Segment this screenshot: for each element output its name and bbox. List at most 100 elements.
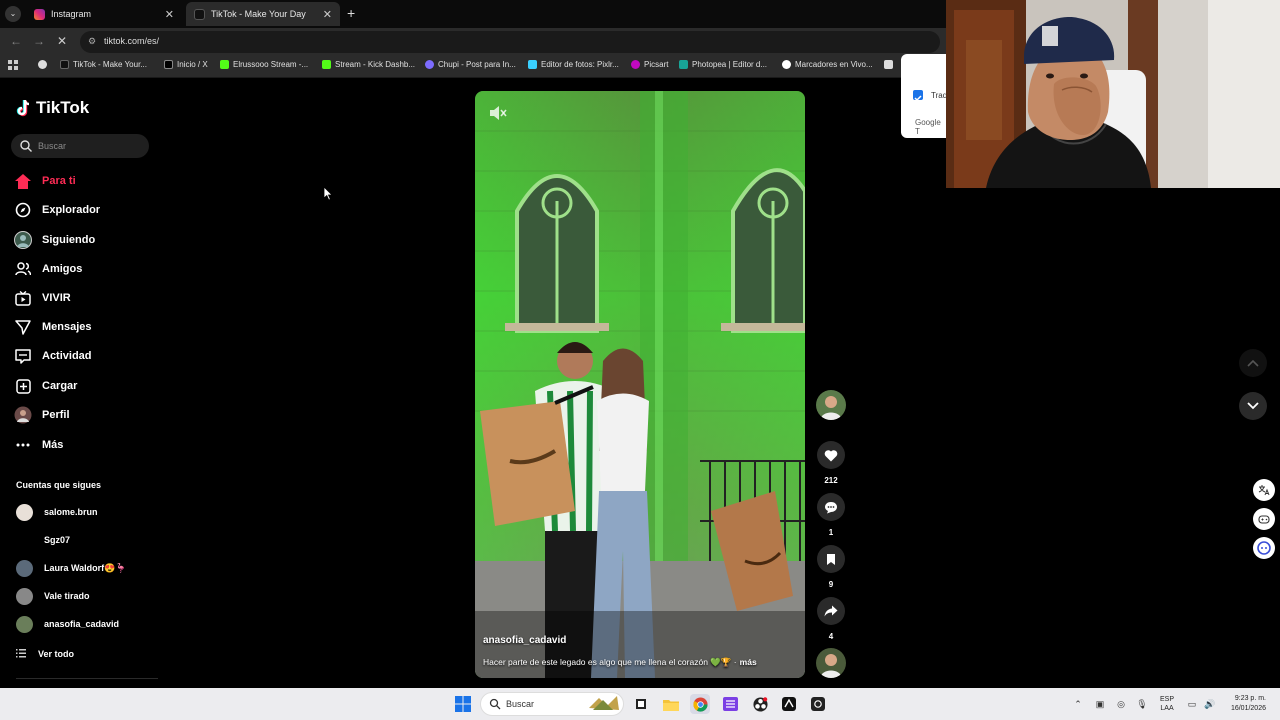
obs-icon[interactable] — [750, 694, 770, 714]
url-text: tiktok.com/es/ — [104, 36, 160, 46]
tab-search-menu-button[interactable]: ⌄ — [5, 6, 21, 22]
nav-activity[interactable]: Actividad — [14, 345, 92, 367]
tray-security-icon[interactable]: ◎ — [1115, 698, 1127, 710]
capcut-icon[interactable] — [779, 694, 799, 714]
language-indicator[interactable]: ESP LAA — [1160, 695, 1174, 713]
tray-app-icon[interactable]: ▣ — [1094, 698, 1106, 710]
clock-time: 9:23 p. m. — [1234, 695, 1266, 702]
clock-date: 16/01/2026 — [1230, 705, 1266, 712]
network-icon[interactable]: ▭ — [1186, 698, 1198, 710]
like-count: 212 — [824, 476, 838, 485]
comment-button[interactable] — [817, 493, 845, 521]
search-placeholder: Buscar — [38, 141, 67, 151]
back-icon[interactable]: ← — [10, 34, 22, 48]
divider — [16, 678, 158, 679]
browser-tab-bar: ⌄ Instagram ✕ TikTok - Make Your Day ✕ + — [0, 0, 946, 28]
bookmark-extra-icon[interactable] — [884, 60, 897, 69]
pixlr-icon — [528, 60, 537, 69]
windows-start-icon[interactable] — [455, 696, 471, 712]
search-icon — [20, 140, 32, 152]
task-view-icon[interactable] — [631, 694, 651, 714]
search-icon — [489, 698, 501, 710]
avatar — [16, 532, 33, 549]
share-icon — [824, 605, 838, 617]
video-caption: Hacer parte de este legado es algo que m… — [483, 657, 757, 668]
following-account[interactable]: Laura Waldorf😍🦩 — [16, 559, 127, 577]
author-avatar[interactable] — [816, 390, 846, 420]
nav-label: Más — [42, 439, 64, 451]
following-account[interactable]: Sgz07 — [16, 531, 70, 549]
video-frame — [475, 91, 805, 678]
nav-label: Actividad — [42, 350, 92, 362]
file-explorer-icon[interactable] — [661, 694, 681, 714]
bookmark-elrussooo[interactable]: Elrussooo Stream -... — [220, 60, 308, 69]
nav-for-you[interactable]: Para ti — [14, 170, 76, 192]
mute-icon[interactable] — [489, 105, 507, 121]
video-author[interactable]: anasofia_cadavid — [483, 635, 566, 646]
bookmark-label: Marcadores en Vivo... — [795, 60, 873, 69]
chevron-up-icon[interactable]: ⌃ — [1072, 698, 1084, 710]
webcam-overlay — [946, 0, 1280, 188]
apps-grid-icon[interactable] — [8, 60, 18, 70]
bookmark-picsart[interactable]: Picsart — [631, 60, 668, 69]
nav-label: Cargar — [42, 380, 78, 392]
bookmark-label: Picsart — [644, 60, 669, 69]
bookmark-label: Photopea | Editor d... — [692, 60, 768, 69]
bookmark-x[interactable]: Inicio / X — [164, 60, 208, 69]
media-app-icon[interactable] — [720, 694, 740, 714]
nav-live[interactable]: VIVIR — [14, 287, 71, 309]
taskbar-search-input[interactable]: Buscar — [480, 692, 624, 716]
settings-app-icon[interactable] — [808, 694, 828, 714]
bookmark-photopea[interactable]: Photopea | Editor d... — [679, 60, 767, 69]
next-video-button[interactable] — [1239, 392, 1267, 420]
tab-tiktok[interactable]: TikTok - Make Your Day ✕ — [186, 2, 340, 26]
translate-checkbox[interactable] — [913, 90, 923, 102]
microphone-icon[interactable]: 🎙 — [1136, 698, 1148, 710]
bookmark-label: Stream - Kick Dashb... — [335, 60, 416, 69]
close-tab-icon[interactable]: ✕ — [165, 8, 174, 21]
see-all-button[interactable]: Ver todo — [16, 647, 74, 661]
following-account[interactable]: Vale tirado — [16, 587, 90, 605]
nav-more[interactable]: Más — [14, 434, 63, 456]
tiktok-logo[interactable]: TikTok — [16, 98, 89, 118]
game-tool-icon[interactable] — [1253, 508, 1275, 530]
forward-icon[interactable]: → — [33, 34, 45, 48]
assistant-tool-icon[interactable] — [1253, 537, 1275, 559]
nav-explore[interactable]: Explorador — [14, 199, 100, 221]
save-button[interactable] — [817, 545, 845, 573]
caption-more-link[interactable]: más — [740, 657, 757, 667]
stop-loading-icon[interactable]: ✕ — [57, 34, 67, 48]
sidebar: TikTok Buscar Para ti Explorador Siguien… — [0, 78, 165, 688]
url-field[interactable]: ⚙ tiktok.com/es/ — [80, 31, 940, 53]
tab-instagram[interactable]: Instagram ✕ — [26, 2, 182, 26]
close-tab-icon[interactable]: ✕ — [323, 8, 332, 21]
site-info-icon[interactable]: ⚙ — [88, 36, 100, 48]
bookmark-kick-dashboard[interactable]: Stream - Kick Dashb... — [322, 60, 415, 69]
following-account[interactable]: anasofia_cadavid — [16, 615, 119, 633]
address-bar-row: ← → ✕ ⚙ tiktok.com/es/ — [0, 28, 946, 56]
new-tab-button[interactable]: + — [347, 5, 355, 21]
search-input[interactable]: Buscar — [11, 134, 149, 158]
translate-footer: Google T — [915, 118, 941, 136]
like-button[interactable] — [817, 441, 845, 469]
nav-friends[interactable]: Amigos — [14, 258, 82, 280]
nav-messages[interactable]: Mensajes — [14, 316, 92, 338]
bookmark-tiktok[interactable]: TikTok - Make Your... — [60, 60, 147, 69]
bookmark-marcadores[interactable]: Marcadores en Vivo... — [782, 60, 873, 69]
nav-upload[interactable]: Cargar — [14, 375, 77, 397]
nav-label: VIVIR — [42, 292, 71, 304]
previous-video-button[interactable] — [1239, 349, 1267, 377]
nav-following[interactable]: Siguiendo — [14, 229, 95, 251]
following-account[interactable]: salome.brun — [16, 503, 98, 521]
chrome-icon[interactable] — [690, 694, 710, 714]
nav-profile[interactable]: Perfil — [14, 404, 70, 426]
github-bookmark-icon[interactable] — [38, 60, 51, 69]
taskbar-clock[interactable]: 9:23 p. m. 16/01/2026 — [1214, 694, 1266, 714]
video-player[interactable]: anasofia_cadavid Hacer parte de este leg… — [475, 91, 805, 678]
comment-count: 1 — [828, 528, 834, 537]
translate-tool-icon[interactable] — [1253, 479, 1275, 501]
sound-avatar[interactable] — [816, 648, 846, 678]
bookmark-pixlr[interactable]: Editor de fotos: Pixlr... — [528, 60, 619, 69]
share-button[interactable] — [817, 597, 845, 625]
bookmark-chupi[interactable]: Chupi - Post para In... — [425, 60, 516, 69]
